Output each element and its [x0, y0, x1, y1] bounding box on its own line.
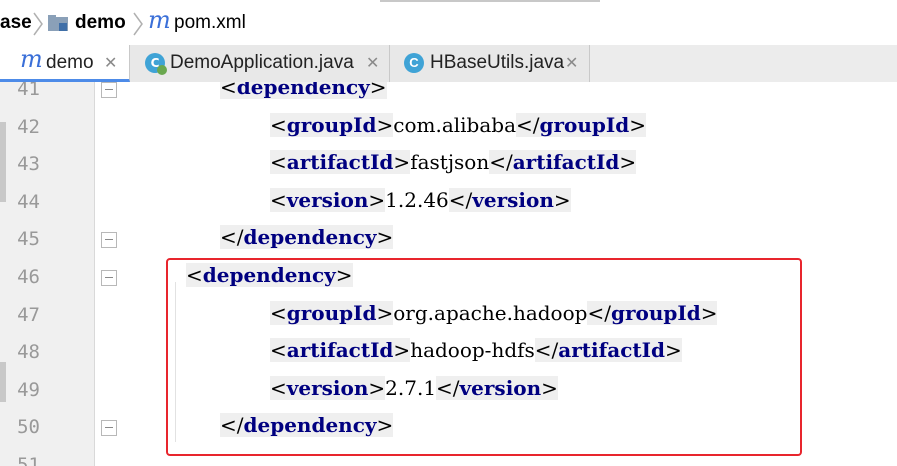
- class-c-icon: C: [404, 53, 424, 73]
- xml-text: com.alibaba: [393, 112, 516, 137]
- editor-tab-bar: m demo ✕ C DemoApplication.java ✕ C HBas…: [0, 45, 897, 83]
- line-number: 43: [17, 153, 40, 176]
- code-line[interactable]: <version>1.2.46</version>: [270, 187, 571, 212]
- xml-tag: <groupId>: [270, 112, 394, 137]
- fold-marker-icon[interactable]: [101, 420, 117, 437]
- breadcrumb-root[interactable]: ase: [0, 10, 32, 36]
- xml-text: fastjson: [410, 150, 490, 175]
- tab-label: DemoApplication.java: [170, 52, 354, 73]
- breadcrumb-project[interactable]: demo: [75, 10, 126, 36]
- folder-icon: [48, 15, 68, 31]
- fold-marker-icon[interactable]: [101, 270, 117, 286]
- close-icon[interactable]: ✕: [366, 53, 379, 73]
- line-number: 49: [17, 378, 40, 401]
- line-number: 46: [17, 266, 40, 288]
- xml-tag: <artifactId>: [270, 150, 411, 175]
- line-number: 50: [17, 416, 40, 439]
- fold-marker-icon[interactable]: [101, 232, 117, 249]
- tab-label: HBaseUtils.java: [430, 52, 565, 73]
- close-icon[interactable]: ✕: [104, 53, 117, 73]
- fold-marker-icon[interactable]: [101, 82, 117, 98]
- line-number: 51: [17, 454, 40, 466]
- xml-tag: <version>: [270, 187, 386, 212]
- code-editor[interactable]: 41 <dependency> 42 <groupId>com.alibaba</gr…: [0, 82, 897, 466]
- tab-demo-application[interactable]: C DemoApplication.java ✕: [130, 45, 390, 82]
- tab-demo[interactable]: m demo ✕: [0, 45, 130, 82]
- tab-label: demo: [46, 52, 94, 73]
- code-line[interactable]: <groupId>com.alibaba</groupId>: [270, 112, 646, 137]
- spring-class-icon: C: [145, 53, 167, 75]
- highlight-box: [166, 258, 802, 456]
- maven-m-icon: m: [20, 45, 43, 73]
- code-line[interactable]: <artifactId>fastjson</artifactId>: [270, 150, 637, 175]
- breadcrumb-file[interactable]: pom.xml: [174, 10, 246, 36]
- maven-m-icon: m: [148, 6, 171, 34]
- tab-hbase-utils[interactable]: C HBaseUtils.java ✕: [390, 45, 590, 82]
- line-number: 45: [17, 228, 40, 251]
- code-line[interactable]: <dependency>: [220, 82, 387, 99]
- xml-text: 1.2.46: [385, 187, 449, 212]
- chevron-right-icon: [133, 12, 143, 36]
- chevron-right-icon: [33, 12, 43, 36]
- line-number: 47: [17, 303, 40, 326]
- line-number: 44: [17, 190, 40, 213]
- xml-tag: </artifactId>: [489, 150, 637, 175]
- xml-tag: <dependency>: [220, 82, 387, 99]
- toolbar-edge: [380, 0, 600, 2]
- breadcrumb: ase demo m pom.xml: [0, 0, 897, 46]
- line-number: 42: [17, 115, 40, 138]
- xml-tag: </dependency>: [220, 225, 394, 250]
- xml-tag: </version>: [448, 187, 571, 212]
- code-line[interactable]: </dependency>: [220, 225, 394, 250]
- xml-tag: </groupId>: [516, 112, 646, 137]
- line-number: 48: [17, 341, 40, 364]
- line-number: 41: [17, 82, 40, 100]
- close-icon[interactable]: ✕: [565, 53, 578, 73]
